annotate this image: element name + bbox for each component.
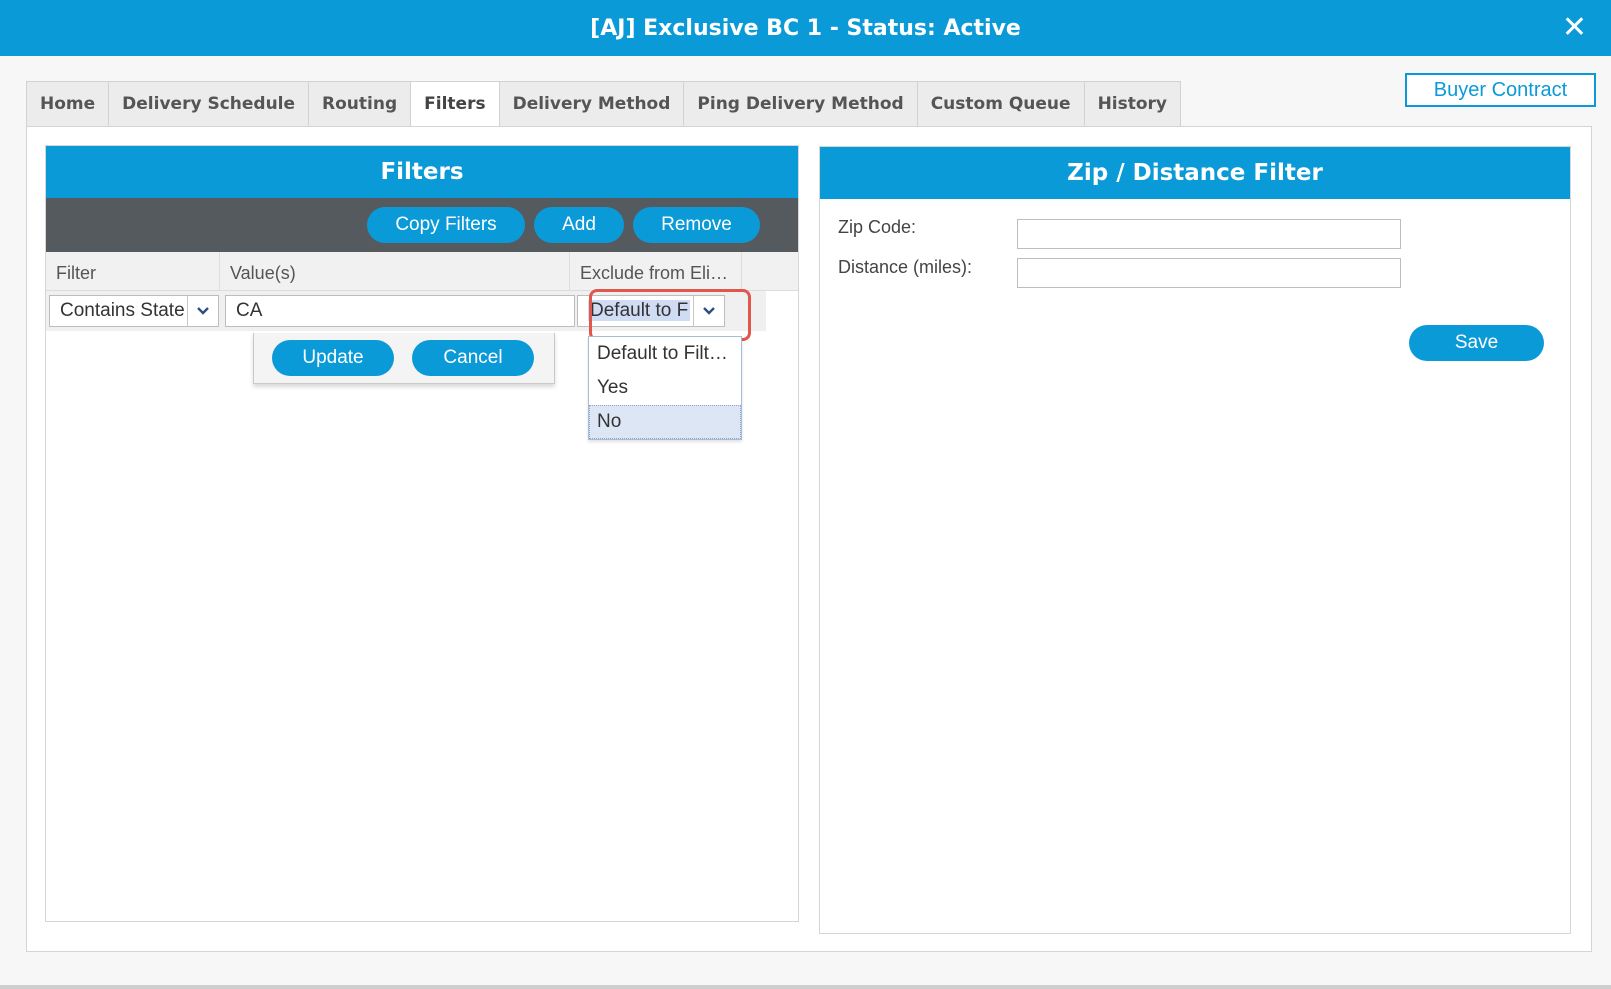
remove-button[interactable]: Remove: [633, 207, 760, 243]
distance-label: Distance (miles):: [838, 257, 973, 277]
filters-panel-title: Filters: [46, 146, 798, 198]
cancel-button[interactable]: Cancel: [412, 340, 534, 376]
tab-home[interactable]: Home: [26, 81, 109, 127]
close-icon[interactable]: ✕: [1562, 0, 1587, 56]
column-header-exclude[interactable]: Exclude from Eli…: [570, 252, 742, 290]
exclude-combo[interactable]: Default to F: [577, 295, 725, 327]
dropdown-option-yes[interactable]: Yes: [589, 371, 741, 405]
grid-header: Filter Value(s) Exclude from Eli…: [46, 252, 798, 291]
row-editor-buttons: Update Cancel: [253, 333, 555, 384]
tab-delivery-method[interactable]: Delivery Method: [498, 81, 684, 127]
values-input[interactable]: CA: [225, 295, 575, 327]
dropdown-option-default[interactable]: Default to Filt…: [589, 337, 741, 371]
tab-routing[interactable]: Routing: [308, 81, 411, 127]
zip-distance-panel: Zip / Distance Filter Zip Code: Distance…: [819, 146, 1571, 934]
chevron-down-icon[interactable]: [187, 296, 218, 326]
exclude-dropdown-list: Default to Filt… Yes No: [588, 336, 742, 440]
zip-code-input[interactable]: [1017, 219, 1401, 249]
edit-row: Contains State CA Default to F: [46, 291, 766, 331]
tab-ping-delivery-method[interactable]: Ping Delivery Method: [683, 81, 917, 127]
window-title: [AJ] Exclusive BC 1 - Status: Active: [590, 16, 1021, 41]
add-button[interactable]: Add: [534, 207, 624, 243]
chevron-down-icon[interactable]: [693, 296, 724, 326]
buyer-contract-button[interactable]: Buyer Contract: [1405, 73, 1596, 107]
filters-panel: Filters Copy Filters Add Remove Filter V…: [45, 145, 799, 922]
tab-history[interactable]: History: [1083, 81, 1182, 127]
filters-toolbar: Copy Filters Add Remove: [46, 198, 798, 252]
filter-type-value: Contains State: [60, 300, 185, 321]
tab-delivery-schedule[interactable]: Delivery Schedule: [108, 81, 309, 127]
zip-panel-title: Zip / Distance Filter: [820, 147, 1570, 199]
exclude-value: Default to F: [588, 300, 691, 321]
tab-bar: Home Delivery Schedule Routing Filters D…: [26, 81, 1182, 128]
column-header-values[interactable]: Value(s): [220, 252, 570, 290]
zip-code-label: Zip Code:: [838, 217, 917, 237]
copy-filters-button[interactable]: Copy Filters: [367, 207, 525, 243]
filter-type-combo[interactable]: Contains State: [49, 295, 219, 327]
tab-custom-queue[interactable]: Custom Queue: [916, 81, 1084, 127]
column-header-filter[interactable]: Filter: [46, 252, 220, 290]
update-button[interactable]: Update: [272, 340, 394, 376]
tab-filters[interactable]: Filters: [410, 81, 499, 128]
dropdown-option-no[interactable]: No: [589, 405, 741, 439]
save-button[interactable]: Save: [1409, 325, 1544, 361]
window-title-bar: [AJ] Exclusive BC 1 - Status: Active ✕: [0, 0, 1611, 56]
distance-input[interactable]: [1017, 258, 1401, 288]
